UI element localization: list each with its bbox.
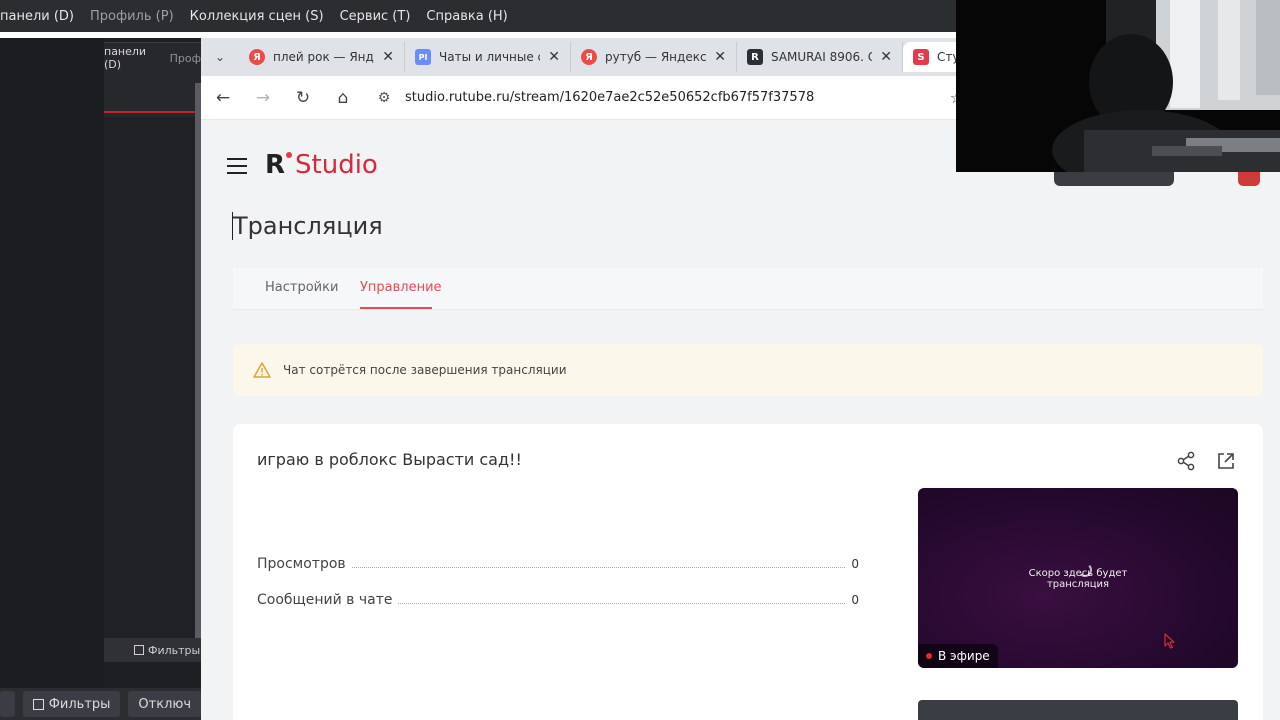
obs-inner-menu-panels[interactable]: панели (D): [104, 45, 160, 71]
obs-inner-header: панели (D) Проф: [104, 43, 201, 73]
back-button[interactable]: ←: [205, 80, 241, 116]
arrow-right-icon: →: [255, 87, 271, 108]
reload-button[interactable]: ↻: [285, 80, 321, 116]
browser-tab-title: SAMURAI 8906. С: [771, 50, 873, 64]
logo-studio: Studio: [295, 150, 378, 180]
obs-inner-filters-label: Фильтры: [148, 643, 201, 657]
stream-card: играю в роблокс Вырасти сад!! Просмотров…: [233, 424, 1263, 720]
home-button[interactable]: ⌂: [325, 80, 361, 116]
home-icon: ⌂: [337, 87, 349, 108]
external-link-icon[interactable]: [1215, 450, 1237, 472]
obs-preview-border: [104, 111, 201, 113]
tab-search-button[interactable]: ⌄: [201, 38, 239, 76]
tab-settings[interactable]: Настройки: [265, 280, 338, 295]
logo-r: R: [265, 150, 286, 180]
forward-button[interactable]: →: [245, 80, 281, 116]
site-settings-button[interactable]: ⚙: [367, 90, 401, 106]
end-stream-button[interactable]: [918, 700, 1238, 720]
obs-inner-window: панели (D) Проф Фильтры: [104, 42, 201, 662]
live-dot-icon: [926, 653, 932, 659]
webcam-image: [956, 0, 1280, 172]
text-caret: [232, 212, 233, 240]
live-label: В эфире: [938, 649, 990, 663]
obs-disable-button[interactable]: Отключ: [128, 691, 201, 717]
views-stat: Просмотров 0: [257, 556, 859, 572]
address-bar[interactable]: studio.rutube.ru/stream/1620e7ae2c52e506…: [405, 90, 814, 105]
menu-profile[interactable]: Профиль (P): [90, 9, 174, 24]
rstudio-logo[interactable]: R Studio: [265, 150, 378, 180]
stream-title: играю в роблокс Вырасти сад!!: [257, 450, 522, 469]
menu-panels[interactable]: панели (D): [0, 9, 74, 24]
studio-page: R Studio Трансляция Настройки Управление…: [201, 120, 1280, 720]
chat-messages-stat: Сообщений в чате 0: [257, 592, 859, 608]
obs-left-panel: [0, 38, 104, 720]
stat-leader: [398, 603, 846, 604]
close-icon[interactable]: ✕: [880, 49, 892, 65]
obs-preview-area: [104, 117, 201, 657]
obs-filters-button[interactable]: Фильтры: [22, 691, 121, 717]
obs-bottom-bar: Фильтры Отключ: [0, 688, 201, 720]
browser-tab-2[interactable]: PI Чаты и личные со ✕: [405, 42, 571, 72]
share-icon[interactable]: [1175, 450, 1197, 472]
chat-messages-label: Сообщений в чате: [257, 592, 393, 608]
browser-tab-1[interactable]: Я плей рок — Яндекс ✕: [239, 42, 405, 72]
warning-text: Чат сотрётся после завершения трансляции: [283, 363, 567, 377]
logo-dot: [286, 152, 293, 158]
pi-icon: PI: [415, 49, 431, 65]
tune-icon: ⚙: [377, 89, 391, 106]
browser-tab-3[interactable]: Я рутуб — Яндекс ✕: [571, 42, 737, 72]
menu-help[interactable]: Справка (H): [426, 9, 507, 24]
mouse-cursor-icon: [1164, 633, 1175, 649]
views-value: 0: [851, 557, 859, 571]
close-icon[interactable]: ✕: [548, 49, 560, 65]
stream-preview[interactable]: Скоро здесь будет трансляция В эфире: [918, 488, 1238, 668]
hamburger-menu-icon[interactable]: [227, 158, 247, 174]
chevron-down-icon: ⌄: [214, 50, 226, 64]
views-label: Просмотров: [257, 556, 346, 572]
stat-leader: [351, 567, 846, 568]
obs-filters-label: Фильтры: [48, 696, 111, 712]
chat-warning-banner: Чат сотрётся после завершения трансляции: [233, 344, 1263, 396]
live-badge: В эфире: [918, 644, 998, 668]
preview-message-line1: Скоро здесь будет: [1028, 568, 1128, 579]
reload-icon: ↻: [295, 87, 311, 108]
browser-tab-4[interactable]: R SAMURAI 8906. С ✕: [737, 42, 903, 72]
obs-bottom-small-button[interactable]: [0, 691, 15, 717]
chat-messages-value: 0: [851, 593, 859, 607]
webcam-overlay: [956, 0, 1280, 172]
browser-tab-title: плей рок — Яндекс: [273, 50, 374, 64]
menu-scene-collection[interactable]: Коллекция сцен (S): [190, 9, 324, 24]
preview-message-line2: трансляция: [1046, 579, 1110, 590]
tab-active-underline: [360, 307, 432, 309]
browser-tab-title: Чаты и личные со: [439, 50, 541, 64]
close-icon[interactable]: ✕: [714, 49, 726, 65]
obs-inner-filters-button[interactable]: Фильтры: [104, 638, 201, 662]
yandex-icon: Я: [581, 49, 597, 65]
filters-icon: [134, 645, 144, 655]
browser-tab-title: рутуб — Яндекс: [605, 50, 707, 64]
menu-tools[interactable]: Сервис (T): [340, 9, 411, 24]
arrow-left-icon: ←: [215, 87, 231, 108]
filters-icon: [32, 698, 44, 710]
tab-control[interactable]: Управление: [360, 280, 442, 295]
yandex-icon: Я: [249, 49, 265, 65]
rutube-icon: R: [747, 49, 763, 65]
close-icon[interactable]: ✕: [382, 49, 394, 65]
obs-inner-menu-profile[interactable]: Проф: [170, 52, 201, 65]
stream-tabs: Настройки Управление: [233, 268, 1263, 310]
preview-message: Скоро здесь будет трансляция: [918, 568, 1238, 590]
warning-icon: [253, 362, 271, 378]
page-title: Трансляция: [233, 212, 383, 240]
studio-icon: S: [913, 49, 929, 65]
obs-disable-label: Отключ: [138, 696, 191, 712]
